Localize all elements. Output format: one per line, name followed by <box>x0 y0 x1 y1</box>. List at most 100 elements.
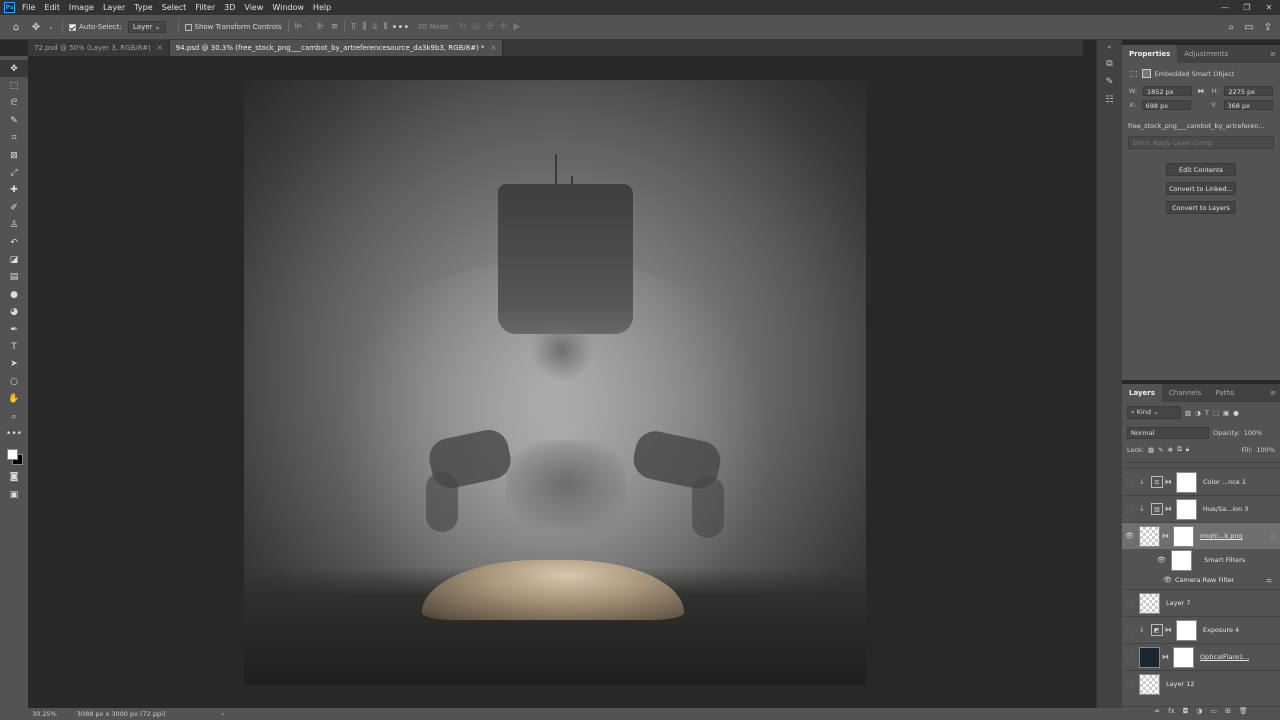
canvas-area[interactable] <box>28 56 1083 708</box>
menu-layer[interactable]: Layer <box>103 3 125 12</box>
chevron-down-icon[interactable]: ⌄ <box>46 24 56 31</box>
gradient-tool-icon[interactable]: ▤ <box>0 269 28 286</box>
menu-3d[interactable]: 3D <box>224 3 235 12</box>
panel-menu-icon[interactable]: ≡ <box>1270 389 1276 397</box>
lasso-tool-icon[interactable]: ᘓ <box>0 95 28 112</box>
visibility-toggle[interactable] <box>1126 478 1133 486</box>
close-icon[interactable]: ✕ <box>157 44 163 52</box>
layer-name[interactable]: Exposure 4 <box>1203 626 1239 634</box>
menu-select[interactable]: Select <box>162 3 187 12</box>
layer-mask-thumbnail[interactable] <box>1173 646 1194 668</box>
camera-raw-label[interactable]: Camera Raw Filter <box>1175 576 1234 584</box>
convert-to-layers-button[interactable]: Convert to Layers <box>1166 201 1236 214</box>
layer-name[interactable]: Layer 12 <box>1166 680 1194 688</box>
layer-thumbnail[interactable] <box>1139 646 1160 668</box>
menu-window[interactable]: Window <box>272 3 304 12</box>
edit-contents-button[interactable]: Edit Contents <box>1166 163 1236 176</box>
panel-menu-icon[interactable]: ≡ <box>1270 50 1276 58</box>
align-top-icon[interactable]: ⫪ <box>351 22 356 32</box>
collapse-arrows-icon[interactable]: « <box>1108 44 1112 51</box>
auto-select-checkbox[interactable]: Auto-Select: <box>69 23 122 31</box>
smart-filters-row[interactable]: 👁︎ Smart Filters <box>1122 549 1280 571</box>
path-select-tool-icon[interactable]: ➤ <box>0 356 28 373</box>
chain-link-icon[interactable]: ⧓ <box>1162 653 1169 661</box>
align-right-icon[interactable]: ⊪ <box>317 22 325 32</box>
status-chevron-icon[interactable]: › <box>221 710 224 718</box>
layer-thumbnail[interactable] <box>1139 673 1160 695</box>
eye-icon[interactable]: 👁︎ <box>1160 576 1175 584</box>
3d-pan-icon[interactable]: ✣ <box>486 22 494 32</box>
smart-filter-icon[interactable]: ◌ <box>1270 532 1276 540</box>
brush-tool-icon[interactable]: ✐ <box>0 199 28 216</box>
smart-filter-mask-thumbnail[interactable] <box>1171 549 1192 571</box>
visibility-toggle[interactable] <box>1126 626 1133 634</box>
layer-thumbnail[interactable] <box>1139 525 1160 547</box>
3d-orbit-icon[interactable]: ↻ <box>459 22 467 32</box>
menu-file[interactable]: File <box>22 3 35 12</box>
color-swatches[interactable] <box>4 447 24 469</box>
filter-toggle-icon[interactable]: ● <box>1233 409 1239 417</box>
chain-link-icon[interactable]: ⧓ <box>1165 626 1172 634</box>
layer-mask-thumbnail[interactable] <box>1175 619 1197 641</box>
frame-tool-icon[interactable]: ⊠ <box>0 147 28 164</box>
chain-link-icon[interactable]: ⧓ <box>1165 478 1172 486</box>
tab-adjustments[interactable]: Adjustments <box>1177 45 1235 63</box>
layer-row-selected[interactable]: 👁︎ ⧓ imghi...k.png ◌ <box>1122 522 1280 549</box>
chain-link-icon[interactable]: ⧓ <box>1165 505 1172 513</box>
layer-comp-dropdown[interactable]: Don't Apply Layer Comp <box>1128 136 1274 149</box>
smart-filters-label[interactable]: Smart Filters <box>1204 556 1245 564</box>
layer-row[interactable]: ⧓ OpticalFlare1... <box>1122 643 1280 670</box>
marquee-tool-icon[interactable]: ⬚ <box>0 77 28 94</box>
menu-type[interactable]: Type <box>134 3 152 12</box>
minimize-icon[interactable]: — <box>1214 0 1236 15</box>
close-icon[interactable]: ✕ <box>491 44 497 52</box>
healing-brush-tool-icon[interactable]: ✚ <box>0 182 28 199</box>
quick-mask-icon[interactable]: ◙ <box>0 469 28 486</box>
restore-icon[interactable]: ❐ <box>1236 0 1258 15</box>
share-icon[interactable]: ⇪ <box>1264 22 1272 33</box>
layer-name[interactable]: imghi...k.png <box>1200 532 1243 540</box>
layer-name[interactable]: OpticalFlare1... <box>1200 653 1249 661</box>
blur-tool-icon[interactable]: ● <box>0 286 28 303</box>
tab-channels[interactable]: Channels <box>1162 384 1208 402</box>
lock-position-icon[interactable]: ✥ <box>1168 446 1173 454</box>
layer-row[interactable]: ↓ ◩ ⧓ Exposure 4 <box>1122 616 1280 643</box>
history-panel-icon[interactable]: ⧉ <box>1106 59 1112 69</box>
layer-mask-thumbnail[interactable] <box>1175 498 1197 520</box>
visibility-toggle[interactable] <box>1126 653 1133 661</box>
chain-link-icon[interactable]: ⧓ <box>1162 532 1169 540</box>
layer-name[interactable]: Color ...nce 1 <box>1203 478 1246 486</box>
visibility-toggle[interactable] <box>1126 680 1133 688</box>
history-brush-tool-icon[interactable]: ↶ <box>0 234 28 251</box>
layer-name[interactable]: Hue/Sa...ion 3 <box>1203 505 1249 513</box>
layer-name[interactable]: Layer 7 <box>1166 599 1190 607</box>
more-tools-icon[interactable]: ••• <box>0 425 28 442</box>
zoom-tool-icon[interactable]: ⌕ <box>0 408 28 425</box>
filter-smart-icon[interactable]: ▣ <box>1223 409 1229 417</box>
eye-icon[interactable]: 👁︎ <box>1154 556 1169 564</box>
tab-document-94[interactable]: 94.psd @ 30.3% (free_stock_png___cambot_… <box>169 40 504 56</box>
move-tool-icon[interactable]: ✥ <box>0 60 28 78</box>
align-middle-icon[interactable]: ⫼ <box>362 22 366 32</box>
close-window-icon[interactable]: ✕ <box>1258 0 1280 15</box>
width-field[interactable]: 1852 px <box>1143 86 1192 96</box>
distribute-icon[interactable]: ≡ <box>331 22 339 32</box>
filter-shape-icon[interactable]: ⬚ <box>1213 409 1219 417</box>
show-transform-checkbox[interactable]: Show Transform Controls <box>184 23 282 31</box>
align-bottom-icon[interactable]: ⫫ <box>372 22 377 32</box>
eye-icon[interactable]: 👁︎ <box>1122 532 1137 540</box>
menu-help[interactable]: Help <box>313 3 331 12</box>
layer-row[interactable]: Layer 12 <box>1122 670 1280 697</box>
layer-style-icon[interactable]: fx <box>1168 707 1175 720</box>
delete-layer-icon[interactable]: 🗑︎ <box>1239 707 1248 720</box>
screen-mode-icon[interactable]: ▣ <box>0 486 28 503</box>
visibility-toggle[interactable] <box>1126 505 1133 513</box>
link-layers-icon[interactable]: ∞ <box>1154 707 1160 720</box>
move-tool-icon[interactable]: ✥ <box>26 22 46 33</box>
crop-tool-icon[interactable]: ⌗ <box>0 130 28 147</box>
align-center-h-icon[interactable]: ⫶ <box>308 22 310 32</box>
tab-properties[interactable]: Properties <box>1122 45 1178 63</box>
workspace-icon[interactable]: ▭ <box>1244 22 1253 33</box>
lock-pixels-icon[interactable]: ▦ <box>1148 446 1154 454</box>
blend-mode-dropdown[interactable]: Normal <box>1127 427 1209 439</box>
